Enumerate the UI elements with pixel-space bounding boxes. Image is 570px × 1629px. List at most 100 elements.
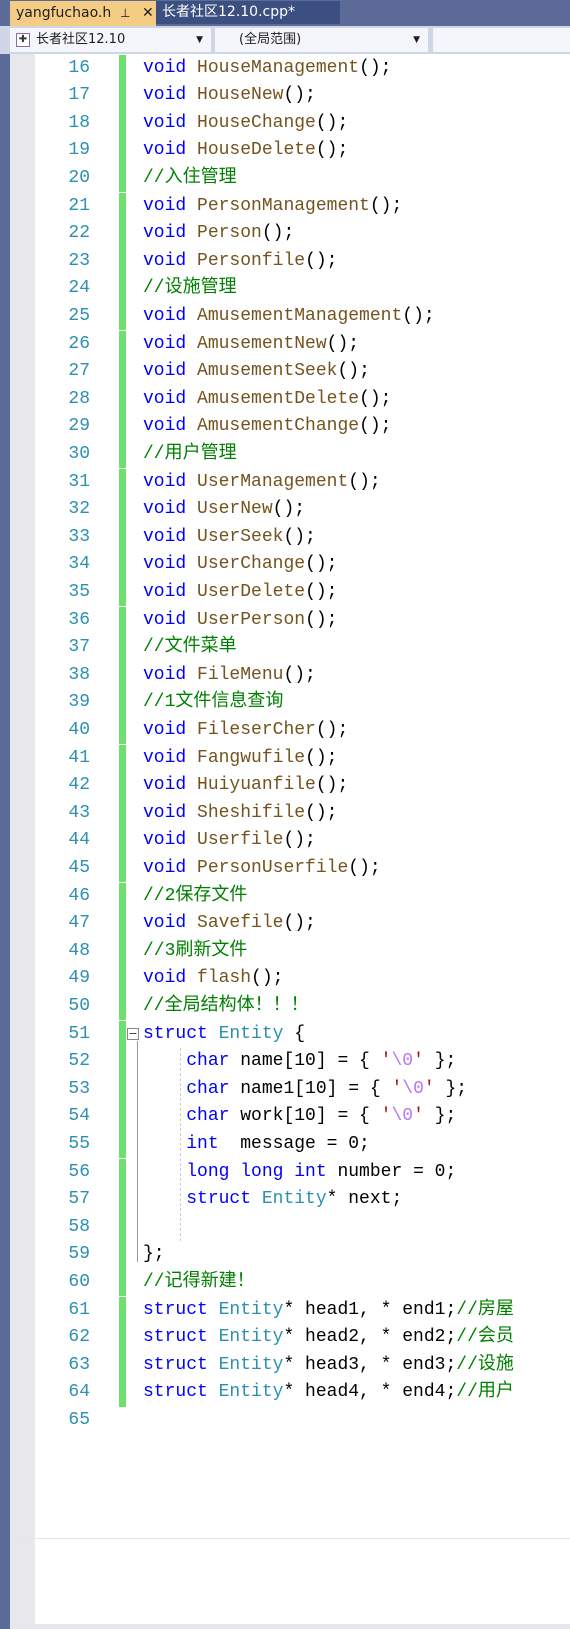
code-line[interactable]: 43 void Sheshifile(); [35, 799, 570, 828]
code-line[interactable]: 21 void PersonManagement(); [35, 192, 570, 221]
code-line[interactable]: 27 void AmusementSeek(); [35, 358, 570, 386]
code-line[interactable]: 44 void Userfile(); [35, 827, 570, 855]
code-line[interactable]: 23 void Personfile(); [35, 247, 570, 276]
code-line[interactable]: 38 void FileMenu(); [35, 661, 570, 690]
token: (); [305, 554, 338, 575]
code-line[interactable]: 58 [35, 1213, 570, 1242]
code-line[interactable]: 22 void Person(); [35, 220, 570, 248]
code-line[interactable]: 26 void AmusementNew(); [35, 330, 570, 359]
code-line[interactable]: 16 void HouseManagement(); [35, 54, 570, 83]
token: { [283, 1023, 306, 1044]
scope-dropdown[interactable]: (全局范围) ▼ [215, 28, 428, 52]
tab-yangfuchao-h[interactable]: yangfuchao.h ⊥ ✕ [10, 1, 156, 26]
code-line[interactable]: 47 void Savefile(); [35, 910, 570, 938]
code-line[interactable]: 36 void UserPerson(); [35, 606, 570, 635]
code-line[interactable]: 62 struct Entity* head2, * end2;//会员 [35, 1324, 570, 1352]
line-number: 19 [68, 140, 90, 161]
code-line[interactable]: 39 //1文件信息查询 [35, 689, 570, 717]
change-indicator [119, 1296, 126, 1325]
code-line[interactable]: 18 void HouseChange(); [35, 109, 570, 138]
code-line[interactable]: 28 void AmusementDelete(); [35, 385, 570, 414]
pin-icon[interactable]: ⊥ [120, 1, 130, 26]
token: (); [315, 140, 349, 161]
code-line[interactable]: 35 void UserDelete(); [35, 578, 570, 607]
line-number: 36 [68, 609, 90, 630]
code-line[interactable]: 52 char name[10] = { '\0' }; [35, 1048, 570, 1076]
code-line[interactable]: 49 void flash(); [35, 965, 570, 993]
code-text: void FileserCher(); [143, 717, 348, 745]
collapse-icon[interactable]: − [127, 1027, 139, 1040]
code-line[interactable]: 56 long long int number = 0; [35, 1158, 570, 1187]
code-line[interactable]: 19 void HouseDelete(); [35, 137, 570, 165]
code-line[interactable]: 40 void FileserCher(); [35, 716, 570, 745]
token: //入住管理 [143, 167, 237, 188]
token: Personfile [197, 250, 306, 271]
code-line[interactable]: 45 void PersonUserfile(); [35, 854, 570, 883]
code-line[interactable]: 51 − struct Entity { [35, 1020, 570, 1049]
code-line[interactable]: 63 struct Entity* head3, * end3;//设施 [35, 1351, 570, 1380]
token: * next; [326, 1189, 403, 1210]
token: (); [305, 802, 338, 823]
code-line[interactable]: 64 struct Entity* head4, * end4;//用户 [35, 1379, 570, 1407]
code-line[interactable]: 60 //记得新建！ [35, 1268, 570, 1297]
code-text: long long int number = 0; [143, 1159, 456, 1187]
code-text: void PersonUserfile(); [143, 855, 381, 883]
token: * head2, * end2; [283, 1327, 457, 1348]
code-line[interactable]: 32 void UserNew(); [35, 496, 570, 524]
member-dropdown[interactable] [433, 28, 570, 52]
line-number: 17 [68, 85, 90, 106]
code-line[interactable]: 65 [35, 1407, 570, 1435]
code-text: //3刷新文件 [143, 938, 247, 966]
code-line[interactable]: 50 //全局结构体！！！ [35, 992, 570, 1021]
code-line[interactable]: 31 void UserManagement(); [35, 468, 570, 497]
line-number: 62 [68, 1327, 90, 1348]
code-line[interactable]: 59}; [35, 1241, 570, 1269]
code-editor[interactable]: 16 void HouseManagement(); 17 void HouseNew… [35, 54, 570, 1624]
code-line[interactable]: 46 //2保存文件 [35, 882, 570, 911]
code-line[interactable]: 53 char name1[10] = { '\0' }; [35, 1075, 570, 1104]
change-indicator [119, 1351, 126, 1380]
code-line[interactable]: 37 //文件菜单 [35, 634, 570, 662]
line-number: 29 [68, 416, 90, 437]
code-line[interactable]: 41 void Fangwufile(); [35, 744, 570, 773]
code-line[interactable]: 17 void HouseNew(); [35, 82, 570, 110]
code-line[interactable]: 24 //设施管理 [35, 275, 570, 303]
navigation-bar: ✚ 长者社区12.10 ▼ (全局范围) ▼ [0, 26, 570, 54]
code-text: void HouseNew(); [143, 82, 316, 110]
token: (); [283, 526, 316, 547]
code-line[interactable]: 57 struct Entity* next; [35, 1186, 570, 1214]
code-line[interactable]: 29 void AmusementChange(); [35, 413, 570, 441]
code-line[interactable]: 25 void AmusementManagement(); [35, 302, 570, 331]
change-indicator [119, 109, 126, 138]
code-line[interactable]: 30 //用户管理 [35, 440, 570, 469]
token: void [143, 719, 187, 740]
line-number: 37 [68, 637, 90, 658]
project-dropdown[interactable]: ✚ 长者社区12.10 ▼ [10, 28, 211, 52]
code-line[interactable]: 34 void UserChange(); [35, 551, 570, 579]
line-number: 56 [68, 1161, 90, 1182]
line-number: 59 [68, 1244, 90, 1265]
code-line[interactable]: 20 //入住管理 [35, 164, 570, 193]
code-line[interactable]: 48 //3刷新文件 [35, 937, 570, 966]
code-text: //入住管理 [143, 165, 237, 193]
tab-cpp-file[interactable]: 长者社区12.10.cpp* [156, 1, 340, 24]
change-indicator [119, 689, 126, 717]
close-icon[interactable]: ✕ [142, 1, 154, 26]
change-indicator [119, 578, 126, 607]
change-indicator [119, 1241, 126, 1269]
code-line[interactable]: 55 int message = 0; [35, 1130, 570, 1159]
code-line[interactable]: 42 void Huiyuanfile(); [35, 772, 570, 800]
code-line[interactable]: 54 char work[10] = { '\0' }; [35, 1103, 570, 1131]
token: (); [348, 857, 381, 878]
code-line[interactable]: 33 void UserSeek(); [35, 523, 570, 552]
token: AmusementManagement [197, 305, 403, 326]
line-number: 63 [68, 1354, 90, 1375]
change-indicator [119, 716, 126, 745]
token: Entity [218, 1382, 284, 1403]
token: void [143, 581, 187, 602]
code-line[interactable]: 61 struct Entity* head1, * end1;//房屋 [35, 1296, 570, 1325]
token: UserSeek [197, 526, 284, 547]
token: PersonUserfile [197, 857, 349, 878]
line-number: 27 [68, 361, 90, 382]
